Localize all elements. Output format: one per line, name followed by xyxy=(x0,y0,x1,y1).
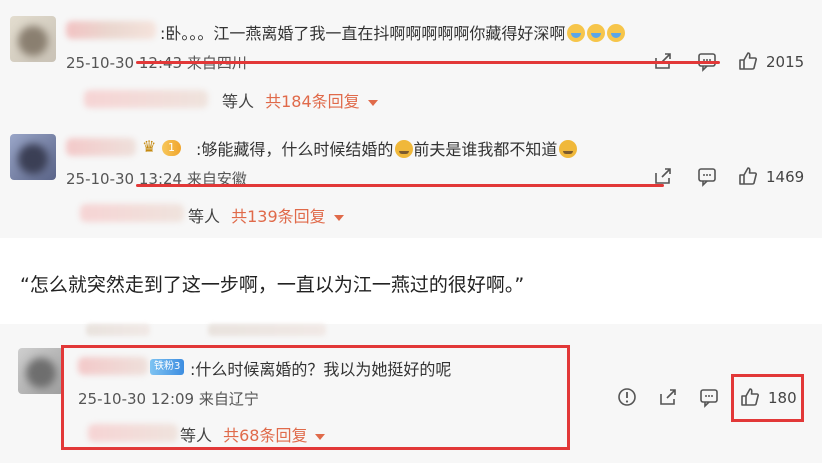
replier-names-blurred xyxy=(84,90,208,108)
replier-names-blurred xyxy=(88,424,178,442)
comment-card: 铁粉3 :什么时候离婚的？我以为她挺好的呢 25-10-30 12:09 来自辽… xyxy=(0,324,822,463)
caret-down-icon xyxy=(315,433,326,440)
comment-text: :什么时候离婚的？我以为她挺好的呢 xyxy=(190,360,452,379)
moon-face-emoji-icon xyxy=(559,140,578,158)
comment-card: ♛ 1 :够能藏得，什么时候结婚的 前夫是谁我都不知道 25-10-30 13:2… xyxy=(0,128,822,238)
crying-emoji-icon xyxy=(567,24,586,42)
replies-link[interactable]: 等人 共68条回复 xyxy=(180,422,326,446)
blurred-fragment xyxy=(208,324,326,336)
comment-body-part1: :够能藏得，什么时候结婚的 xyxy=(196,140,394,159)
username-blurred[interactable] xyxy=(78,357,148,375)
replies-link[interactable]: 等人 共184条回复 xyxy=(222,88,378,112)
thumbs-up-icon[interactable] xyxy=(737,165,759,187)
level-badge: 1 xyxy=(162,140,181,156)
replies-count: 共68条回复 xyxy=(223,426,308,445)
crying-emoji-icon xyxy=(607,24,626,42)
annotation-underline xyxy=(136,184,664,187)
crying-emoji-icon xyxy=(587,24,606,42)
replier-names-blurred xyxy=(80,204,184,222)
replies-suffix: 等人 xyxy=(180,426,213,445)
like-count: 1469 xyxy=(766,168,805,186)
comment-body: :卧。。。江一燕离婚了我一直在抖啊啊啊啊啊你藏得好深啊 xyxy=(160,24,566,43)
comment-icon[interactable] xyxy=(696,165,718,187)
like-count: 180 xyxy=(768,389,797,407)
comment-text: :够能藏得，什么时候结婚的 前夫是谁我都不知道 xyxy=(196,136,578,160)
report-icon[interactable] xyxy=(616,386,638,408)
share-icon[interactable] xyxy=(657,386,679,408)
username-blurred[interactable] xyxy=(66,21,156,39)
avatar[interactable] xyxy=(10,16,56,62)
username-blurred[interactable] xyxy=(66,138,136,156)
avatar[interactable] xyxy=(18,348,64,394)
thumbs-up-icon[interactable] xyxy=(739,386,761,408)
replies-count: 共184条回复 xyxy=(265,92,360,111)
caret-down-icon xyxy=(333,214,344,221)
like-count: 2015 xyxy=(766,53,805,71)
comment-body-part2: 前夫是谁我都不知道 xyxy=(413,140,558,159)
comment-card: :卧。。。江一燕离婚了我一直在抖啊啊啊啊啊你藏得好深啊 25-10-30 12:… xyxy=(0,0,822,128)
comment-icon[interactable] xyxy=(698,386,720,408)
annotation-underline xyxy=(136,61,720,64)
replies-suffix: 等人 xyxy=(188,207,221,226)
comment-text: :卧。。。江一燕离婚了我一直在抖啊啊啊啊啊你藏得好深啊 xyxy=(160,20,626,44)
replies-count: 共139条回复 xyxy=(231,207,326,226)
thumbs-up-icon[interactable] xyxy=(737,50,759,72)
article-quote: “怎么就突然走到了这一步啊，一直以为江一燕过的很好啊。” xyxy=(20,274,525,296)
replies-link[interactable]: 等人 共139条回复 xyxy=(188,203,344,227)
blurred-fragment xyxy=(86,324,150,336)
moon-face-emoji-icon xyxy=(395,140,414,158)
comment-meta: 25-10-30 12:09 来自辽宁 xyxy=(78,390,259,408)
crown-badge-icon: ♛ xyxy=(142,137,157,156)
caret-down-icon xyxy=(367,99,378,106)
fan-badge: 铁粉3 xyxy=(150,359,185,375)
replies-suffix: 等人 xyxy=(222,92,255,111)
avatar[interactable] xyxy=(10,134,56,180)
